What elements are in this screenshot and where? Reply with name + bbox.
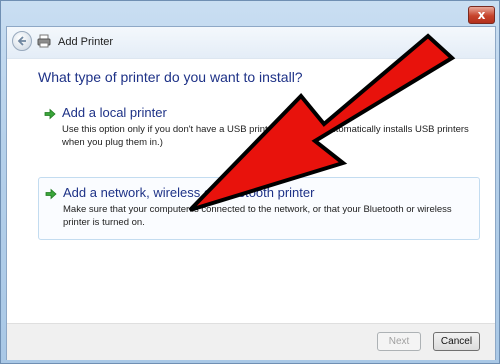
- red-annotation-arrow: [188, 33, 456, 212]
